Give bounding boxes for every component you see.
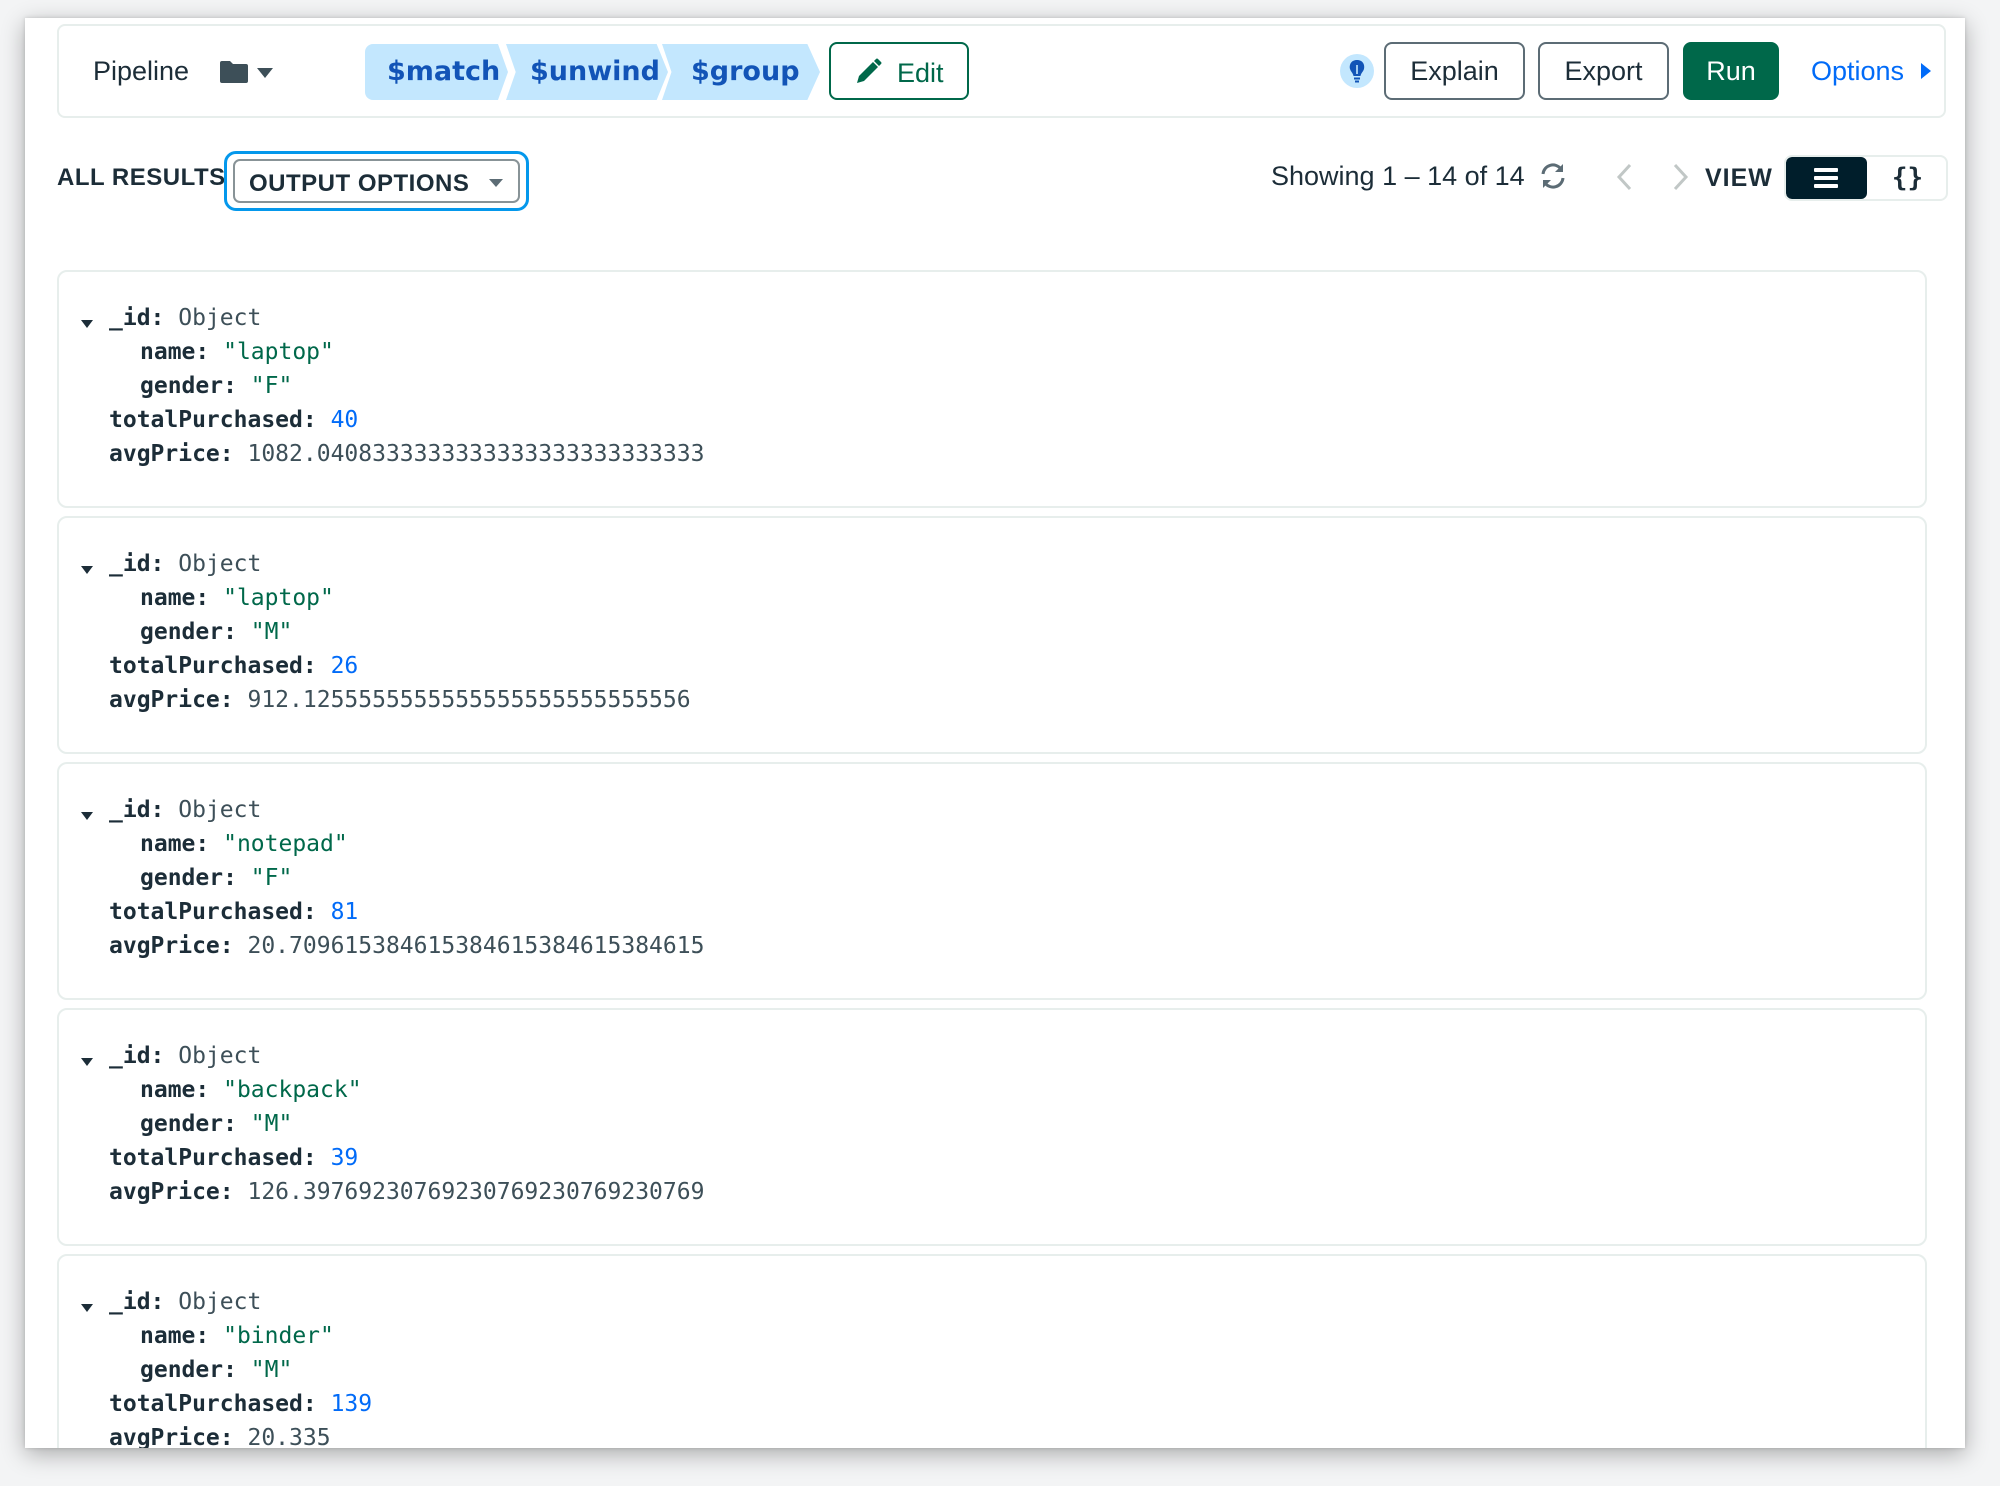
- id-line: _id: Object: [109, 305, 262, 331]
- gender-line: gender: "F": [140, 865, 293, 891]
- id-line: _id: Object: [109, 1043, 262, 1069]
- caret-down-icon[interactable]: [81, 812, 93, 820]
- total-purchased-line: totalPurchased: 26: [109, 653, 359, 679]
- refresh-icon[interactable]: [1537, 160, 1569, 197]
- gender-line: gender: "M": [140, 619, 293, 645]
- caret-down-icon[interactable]: [81, 320, 93, 328]
- pencil-icon: [853, 57, 883, 87]
- total-purchased-line: totalPurchased: 139: [109, 1391, 373, 1417]
- gender-line: gender: "M": [140, 1111, 293, 1137]
- caret-down-icon[interactable]: [81, 1304, 93, 1312]
- stage-match[interactable]: $match: [365, 44, 508, 100]
- document-card: _id: Object name: "laptop" gender: "M" t…: [57, 516, 1927, 754]
- document-card: _id: Object name: "binder" gender: "M" t…: [57, 1254, 1927, 1448]
- chevron-left-icon[interactable]: [1615, 162, 1635, 197]
- output-options-focus-ring: OUTPUT OPTIONS: [224, 151, 529, 211]
- json-view-button[interactable]: {}: [1867, 157, 1946, 199]
- avg-price-line: avgPrice: 912.12555555555555555555555555…: [109, 687, 691, 713]
- id-line: _id: Object: [109, 551, 262, 577]
- caret-down-icon[interactable]: [81, 566, 93, 574]
- edit-button[interactable]: Edit: [829, 42, 969, 100]
- name-line: name: "notepad": [140, 831, 348, 857]
- document-card: _id: Object name: "laptop" gender: "F" t…: [57, 270, 1927, 508]
- name-line: name: "laptop": [140, 339, 334, 365]
- avg-price-line: avgPrice: 1082.0408333333333333333333333…: [109, 441, 705, 467]
- name-line: name: "laptop": [140, 585, 334, 611]
- folder-icon[interactable]: [219, 60, 249, 84]
- explain-button[interactable]: Explain: [1384, 42, 1525, 100]
- all-results-label: ALL RESULTS: [57, 164, 226, 191]
- app-window: Pipeline $match $unwind $group Edit Expl…: [25, 18, 1965, 1448]
- list-icon-line: [1814, 176, 1838, 180]
- id-line: _id: Object: [109, 1289, 262, 1315]
- options-link[interactable]: Options: [1811, 56, 1904, 87]
- run-button[interactable]: Run: [1683, 42, 1779, 100]
- caret-down-icon: [489, 179, 503, 187]
- lightbulb-icon[interactable]: [1340, 54, 1374, 88]
- caret-down-icon[interactable]: [81, 1058, 93, 1066]
- name-line: name: "backpack": [140, 1077, 362, 1103]
- output-options-label: OUTPUT OPTIONS: [249, 170, 470, 197]
- export-button[interactable]: Export: [1538, 42, 1669, 100]
- list-icon: [1814, 168, 1838, 172]
- stage-group[interactable]: $group: [662, 44, 820, 100]
- total-purchased-line: totalPurchased: 40: [109, 407, 359, 433]
- edit-label: Edit: [897, 58, 944, 88]
- view-toggle: {}: [1784, 155, 1948, 201]
- id-line: _id: Object: [109, 797, 262, 823]
- list-icon-line: [1814, 184, 1838, 188]
- gender-line: gender: "M": [140, 1357, 293, 1383]
- pagination-status: Showing 1 – 14 of 14: [1271, 161, 1525, 191]
- stage-unwind[interactable]: $unwind: [506, 44, 668, 100]
- total-purchased-line: totalPurchased: 39: [109, 1145, 359, 1171]
- gender-line: gender: "F": [140, 373, 293, 399]
- output-options-button[interactable]: OUTPUT OPTIONS: [233, 159, 520, 203]
- pipeline-label: Pipeline: [93, 56, 190, 86]
- avg-price-line: avgPrice: 20.709615384615384615384615384…: [109, 933, 705, 959]
- avg-price-line: avgPrice: 126.39769230769230769230769230…: [109, 1179, 705, 1205]
- name-line: name: "binder": [140, 1323, 334, 1349]
- list-view-button[interactable]: [1786, 157, 1867, 199]
- document-card: _id: Object name: "notepad" gender: "F" …: [57, 762, 1927, 1000]
- document-card: _id: Object name: "backpack" gender: "M"…: [57, 1008, 1927, 1246]
- pipeline-toolbar: Pipeline $match $unwind $group Edit Expl…: [57, 24, 1946, 118]
- total-purchased-line: totalPurchased: 81: [109, 899, 359, 925]
- avg-price-line: avgPrice: 20.335: [109, 1425, 331, 1448]
- caret-right-icon[interactable]: [1921, 63, 1931, 79]
- chevron-down-icon[interactable]: [257, 68, 273, 78]
- chevron-right-icon[interactable]: [1670, 162, 1690, 197]
- view-label: VIEW: [1705, 164, 1773, 192]
